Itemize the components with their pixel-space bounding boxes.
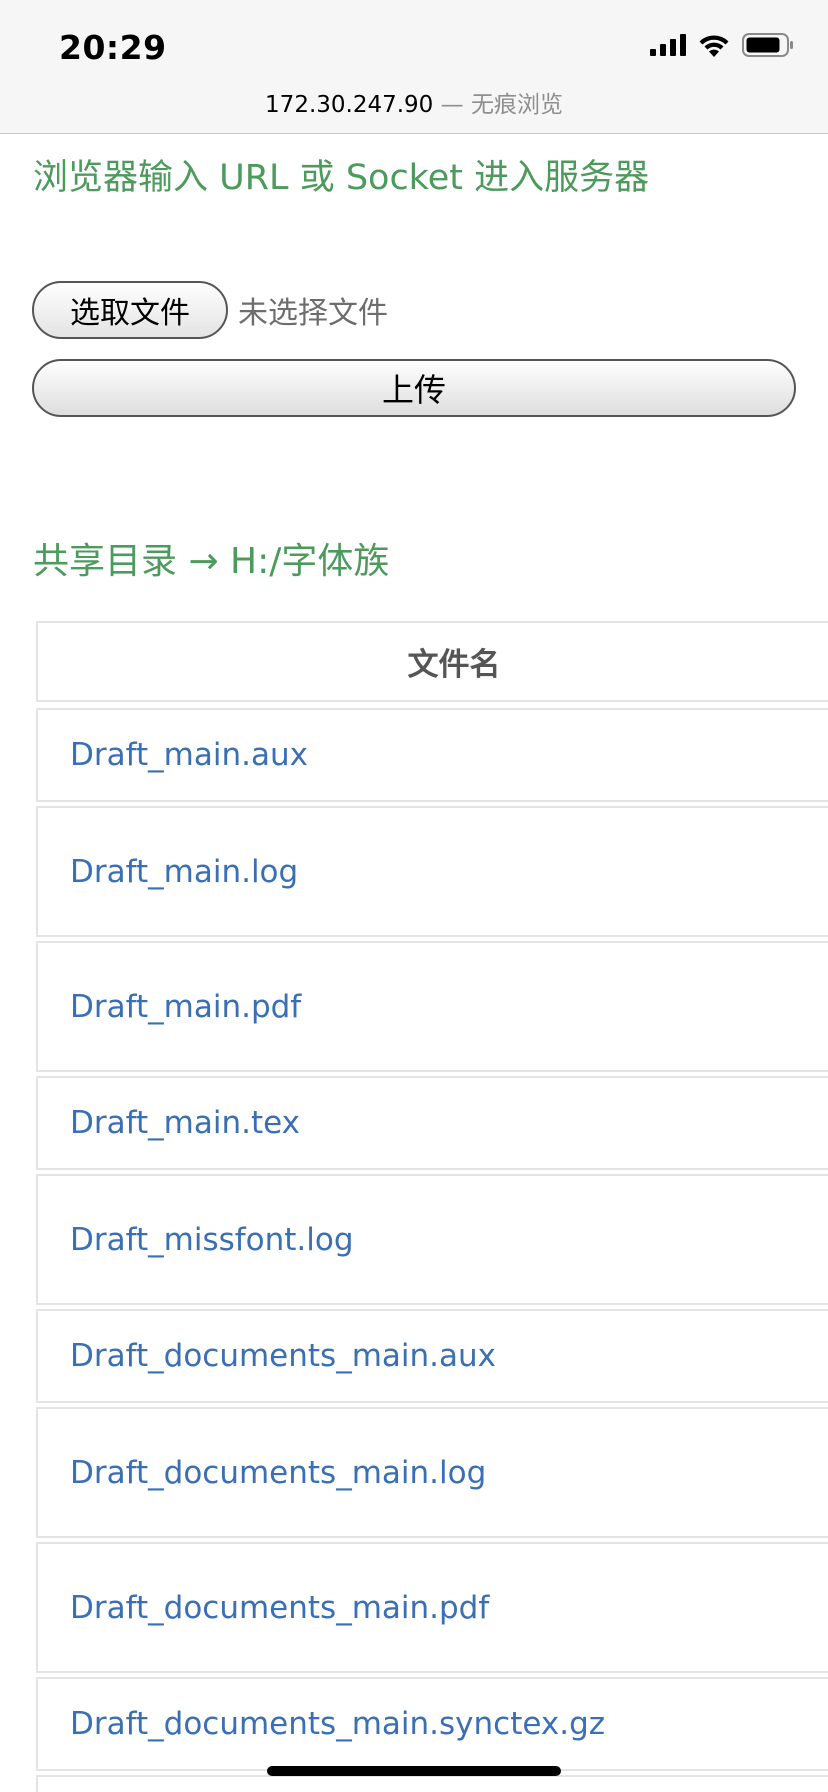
table-row: Draft_main.pdf [36,941,828,1072]
home-indicator[interactable] [267,1766,561,1776]
file-link[interactable]: Draft_documents_main.log [70,1455,486,1491]
upload-button[interactable]: 上传 [32,359,796,417]
file-link[interactable]: Draft_missfont.log [70,1222,354,1258]
file-picker-row: 选取文件 未选择文件 [32,281,388,339]
table-row: Draft_documents_main.synctex.gz [36,1677,828,1771]
table-row: Draft_documents_main.aux [36,1309,828,1403]
server-entry-hint: 浏览器输入 URL 或 Socket 进入服务器 [33,158,650,198]
browser-top-bar: 20:29 172.30.247.90 — 无痕浏览 [0,0,828,134]
table-row: Draft_missfont.log [36,1174,828,1305]
table-row: Draft_main.log [36,806,828,937]
address-host: 172.30.247.90 [265,92,434,118]
table-row [36,1775,828,1792]
file-link[interactable]: Draft_documents_main.pdf [70,1590,489,1626]
address-bar[interactable]: 172.30.247.90 — 无痕浏览 [0,85,828,119]
no-file-selected-text: 未选择文件 [238,296,388,331]
file-link[interactable]: Draft_main.tex [70,1105,300,1141]
status-time: 20:29 [59,28,167,67]
choose-file-button[interactable]: 选取文件 [32,281,228,339]
file-link[interactable]: Draft_documents_main.synctex.gz [70,1706,605,1742]
battery-icon [742,33,793,57]
file-link[interactable]: Draft_documents_main.aux [70,1338,496,1374]
cellular-signal-icon [650,34,686,56]
table-row: Draft_documents_main.pdf [36,1542,828,1673]
screen: 20:29 172.30.247.90 — 无痕浏览 浏览器输入 URL 或 S… [0,0,828,1792]
table-header-filename: 文件名 [36,621,828,702]
private-mode-label: 无痕浏览 [470,92,563,118]
wifi-icon [699,35,729,57]
shared-directory-title: 共享目录 → H:/字体族 [33,541,390,582]
status-icons [650,33,794,57]
address-separator: — [433,92,471,118]
file-link[interactable]: Draft_main.aux [70,737,308,773]
table-row: Draft_main.tex [36,1076,828,1170]
file-link[interactable]: Draft_main.pdf [70,989,301,1025]
table-row: Draft_documents_main.log [36,1407,828,1538]
table-row: Draft_main.aux [36,708,828,802]
file-link[interactable]: Draft_main.log [70,854,298,890]
